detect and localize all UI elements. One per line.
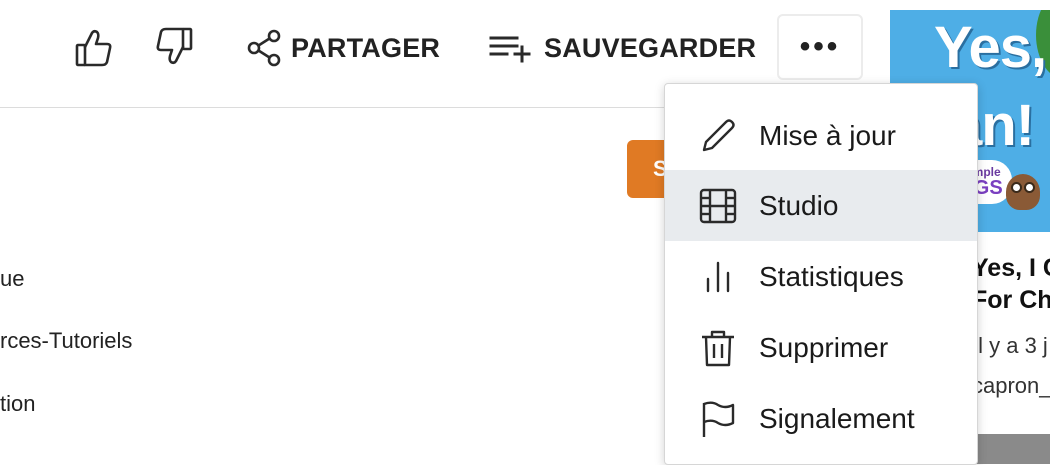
like-button[interactable] bbox=[72, 26, 116, 70]
menu-item-label: Supprimer bbox=[759, 331, 889, 363]
trash-icon bbox=[696, 326, 740, 370]
menu-item-label: Statistiques bbox=[759, 260, 904, 292]
share-icon bbox=[246, 29, 282, 67]
pencil-icon bbox=[696, 114, 740, 158]
menu-item-update[interactable]: Mise à jour bbox=[665, 100, 977, 171]
bar-chart-icon bbox=[696, 255, 740, 299]
description-line: ue bbox=[0, 266, 25, 291]
save-label: SAUVEGARDER bbox=[544, 32, 757, 63]
save-button[interactable]: SAUVEGARDER bbox=[489, 27, 756, 69]
more-actions-menu: Mise à jour Studio Statistiques Supprime… bbox=[664, 83, 978, 465]
share-button[interactable]: PARTAGER bbox=[246, 27, 440, 69]
related-video-age: Il y a 3 j bbox=[972, 333, 1048, 358]
dislike-button[interactable] bbox=[152, 24, 196, 68]
thumbs-down-icon bbox=[154, 25, 194, 67]
menu-item-statistics[interactable]: Statistiques bbox=[665, 241, 977, 312]
playlist-add-icon bbox=[489, 32, 535, 64]
menu-item-label: Signalement bbox=[759, 402, 915, 434]
thumbs-up-icon bbox=[74, 27, 114, 69]
more-dots-icon: ••• bbox=[799, 30, 841, 63]
description-line[interactable]: rces-Tutoriels bbox=[0, 328, 132, 354]
description-line: tion bbox=[0, 391, 36, 416]
related-video-channel[interactable]: capron_ bbox=[972, 373, 1050, 399]
header-divider bbox=[0, 107, 664, 108]
next-related-thumbnail[interactable] bbox=[976, 434, 1050, 464]
menu-item-report[interactable]: Signalement bbox=[665, 383, 977, 454]
flag-icon bbox=[696, 397, 740, 441]
menu-item-label: Mise à jour bbox=[759, 119, 896, 151]
more-actions-button[interactable]: ••• bbox=[777, 14, 863, 80]
share-label: PARTAGER bbox=[291, 32, 441, 63]
film-icon bbox=[696, 184, 740, 228]
related-video-title[interactable]: Yes, I C For Ch bbox=[972, 252, 1050, 316]
owl-mascot-icon bbox=[1006, 174, 1040, 210]
menu-item-label: Studio bbox=[759, 189, 839, 221]
menu-item-studio[interactable]: Studio bbox=[665, 170, 977, 241]
thumbnail-text: Yes, bbox=[934, 15, 1047, 80]
menu-item-delete[interactable]: Supprimer bbox=[665, 312, 977, 383]
